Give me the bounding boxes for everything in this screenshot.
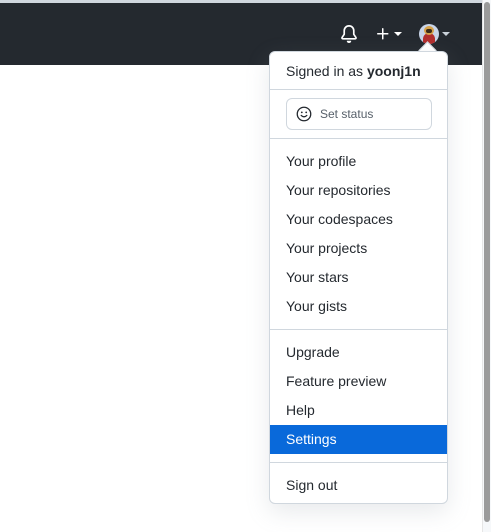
bell-icon (341, 25, 357, 43)
create-new-button[interactable] (373, 24, 403, 44)
menu-item-upgrade[interactable]: Upgrade (270, 338, 447, 367)
menu-item-your-profile[interactable]: Your profile (270, 147, 447, 176)
signed-in-header: Signed in as yoonj1n (286, 63, 421, 79)
menu-item-your-stars[interactable]: Your stars (270, 263, 447, 292)
menu-divider (270, 462, 447, 463)
set-status-label: Set status (320, 107, 374, 121)
set-status-button[interactable]: Set status (286, 98, 432, 130)
menu-divider (270, 89, 447, 90)
signed-in-label: Signed in as (286, 63, 364, 79)
menu-divider (270, 329, 447, 330)
user-menu-button[interactable] (416, 22, 452, 46)
menu-item-feature-preview[interactable]: Feature preview (270, 367, 447, 396)
plus-icon (376, 28, 388, 40)
menu-item-your-codespaces[interactable]: Your codespaces (270, 205, 447, 234)
user-dropdown-menu: Signed in as yoonj1n Set status Your pro… (269, 51, 448, 504)
menu-item-your-projects[interactable]: Your projects (270, 234, 447, 263)
page-scrollbar[interactable] (482, 0, 491, 532)
menu-divider (270, 138, 447, 139)
scrollbar-thumb[interactable] (484, 2, 490, 522)
menu-item-sign-out[interactable]: Sign out (270, 471, 447, 500)
menu-item-settings[interactable]: Settings (270, 425, 447, 454)
menu-item-help[interactable]: Help (270, 396, 447, 425)
menu-item-your-repositories[interactable]: Your repositories (270, 176, 447, 205)
caret-down-icon (393, 32, 402, 36)
notifications-button[interactable] (339, 24, 359, 44)
menu-item-your-gists[interactable]: Your gists (270, 292, 447, 321)
smiley-icon (296, 106, 312, 122)
username: yoonj1n (366, 63, 421, 79)
user-avatar (418, 24, 439, 44)
caret-down-icon (441, 32, 450, 36)
